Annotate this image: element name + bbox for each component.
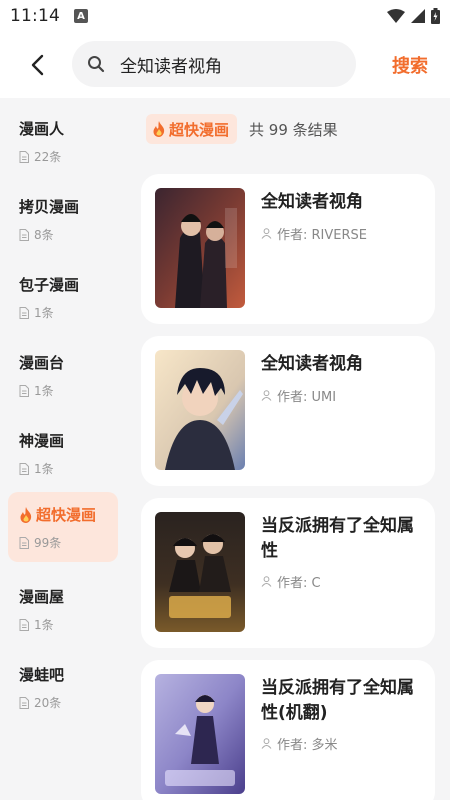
search-button[interactable]: 搜索 (392, 52, 428, 78)
document-icon (19, 536, 29, 549)
sidebar-item-label: 神漫画 (19, 432, 65, 450)
result-author: 作者: RIVERSE (261, 224, 367, 243)
document-icon (19, 150, 29, 163)
fire-icon (153, 121, 165, 137)
source-badge-label: 超快漫画 (169, 120, 230, 139)
result-author: 作者: UMI (261, 386, 336, 405)
person-icon (261, 228, 272, 239)
sidebar-item-count: 8条 (19, 226, 118, 243)
result-author: 作者: C (261, 572, 321, 591)
sidebar-item-label: 超快漫画 (19, 504, 118, 525)
comic-cover-image (155, 512, 245, 632)
chevron-left-icon (31, 54, 44, 76)
count-text: 1条 (34, 462, 54, 476)
sidebar-item-count: 20条 (19, 694, 118, 711)
document-icon (19, 462, 29, 475)
sidebar-item-count: 1条 (19, 382, 118, 399)
person-icon (261, 738, 272, 749)
comic-cover-image (155, 674, 245, 794)
document-icon (19, 306, 29, 319)
author-text: 作者: C (277, 576, 321, 591)
document-icon (19, 696, 29, 709)
comic-cover-image (155, 188, 245, 308)
results-panel: 超快漫画 共 99 条结果 全知读者视角 作者: RIVERSE 全知读者视角 … (126, 98, 450, 800)
sidebar-item-label: 漫画人 (19, 120, 65, 138)
fire-icon (20, 506, 32, 523)
sidebar-item-label: 包子漫画 (19, 276, 80, 294)
source-summary: 超快漫画 共 99 条结果 (146, 114, 338, 144)
sidebar-item-label: 漫画台 (19, 354, 65, 372)
sidebar-item-manhuawu[interactable]: 漫画屋 1条 (8, 574, 118, 644)
document-icon (19, 618, 29, 631)
back-button[interactable] (18, 46, 56, 84)
document-icon (19, 228, 29, 241)
result-title: 全知读者视角 (261, 354, 363, 374)
sidebar-item-manhuaren[interactable]: 漫画人 22条 (8, 106, 118, 176)
document-icon (19, 384, 29, 397)
sidebar-item-count: 1条 (19, 616, 118, 633)
sidebar-item-copymanga[interactable]: 拷贝漫画 8条 (8, 184, 118, 254)
sidebar-item-count: 1条 (19, 304, 118, 321)
result-card[interactable]: 当反派拥有了全知属性(机翻) 作者: 多米 (141, 660, 435, 800)
result-author: 作者: 多米 (261, 734, 338, 753)
result-title: 当反派拥有了全知属性 (261, 516, 414, 561)
status-time: 11:14 (10, 6, 60, 26)
search-header: 搜索 (0, 32, 450, 98)
source-sidebar: 漫画人 22条 拷贝漫画 8条 包子漫画 1条 漫画台 1条 神漫画 1条 超快… (0, 98, 126, 800)
battery-icon (431, 8, 440, 24)
search-icon (86, 54, 106, 74)
comic-cover-image (155, 350, 245, 470)
result-title: 当反派拥有了全知属性(机翻) (261, 678, 414, 723)
sidebar-item-count: 99条 (19, 534, 118, 551)
sidebar-item-baozi[interactable]: 包子漫画 1条 (8, 262, 118, 332)
source-badge[interactable]: 超快漫画 (146, 114, 238, 144)
count-text: 1条 (34, 618, 54, 632)
sidebar-item-label: 漫画屋 (19, 588, 65, 606)
sidebar-item-chaokuai[interactable]: 超快漫画 99条 (8, 492, 118, 562)
count-text: 1条 (34, 306, 54, 320)
person-icon (261, 390, 272, 401)
sidebar-item-count: 1条 (19, 460, 118, 477)
result-title: 全知读者视角 (261, 192, 363, 212)
notification-icon: A (74, 9, 88, 23)
wifi-icon (387, 9, 405, 23)
result-card[interactable]: 全知读者视角 作者: RIVERSE (141, 174, 435, 324)
person-icon (261, 576, 272, 587)
sidebar-item-label: 拷贝漫画 (19, 198, 80, 216)
count-text: 22条 (34, 150, 62, 164)
result-count: 共 99 条结果 (249, 120, 338, 139)
count-text: 20条 (34, 696, 62, 710)
signal-icon (411, 9, 425, 23)
result-card[interactable]: 当反派拥有了全知属性 作者: C (141, 498, 435, 648)
sidebar-item-manhuatai[interactable]: 漫画台 1条 (8, 340, 118, 410)
status-bar: 11:14 A (0, 0, 450, 32)
sidebar-item-shenmanhua[interactable]: 神漫画 1条 (8, 418, 118, 488)
search-input[interactable] (120, 54, 340, 74)
sidebar-item-label: 漫蛙吧 (19, 666, 65, 684)
result-card[interactable]: 全知读者视角 作者: UMI (141, 336, 435, 486)
sidebar-item-count: 22条 (19, 148, 118, 165)
status-icons (387, 8, 440, 24)
author-text: 作者: UMI (277, 390, 337, 405)
count-text: 99条 (34, 536, 62, 550)
sidebar-item-manwaba[interactable]: 漫蛙吧 20条 (8, 652, 118, 722)
author-text: 作者: RIVERSE (277, 228, 367, 243)
count-text: 1条 (34, 384, 54, 398)
author-text: 作者: 多米 (277, 738, 338, 753)
count-text: 8条 (34, 228, 54, 242)
label-text: 超快漫画 (36, 506, 97, 524)
search-box[interactable] (72, 41, 356, 87)
